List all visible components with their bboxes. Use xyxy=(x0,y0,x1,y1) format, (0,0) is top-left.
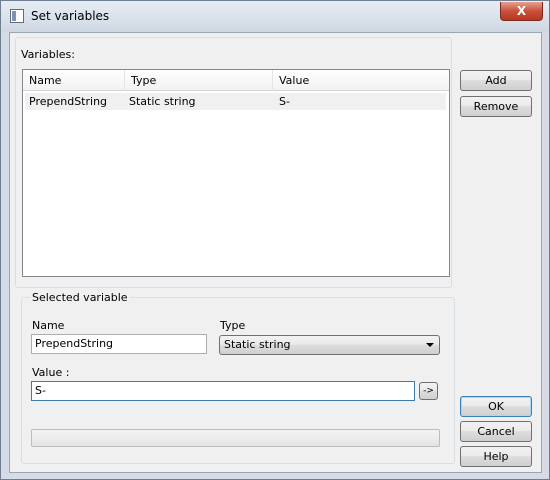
add-button[interactable]: Add xyxy=(460,70,532,91)
name-label: Name xyxy=(32,319,65,332)
dialog-window: Set variables X Variables: Name Type Val… xyxy=(0,0,550,480)
type-select[interactable]: Static string xyxy=(219,335,440,355)
cell-value: S- xyxy=(279,95,290,108)
title-bar[interactable]: Set variables X xyxy=(1,1,549,32)
window-title: Set variables xyxy=(31,9,110,23)
list-header: Name Type Value xyxy=(23,70,449,91)
column-header-name[interactable]: Name xyxy=(23,70,125,91)
variables-label: Variables: xyxy=(21,48,75,61)
cell-type: Static string xyxy=(129,95,196,108)
selected-variable-legend: Selected variable xyxy=(30,291,130,304)
browse-arrow-button[interactable]: -> xyxy=(419,382,438,400)
variables-list[interactable]: Name Type Value PrependString Static str… xyxy=(22,69,450,277)
app-icon xyxy=(10,9,24,23)
column-header-value[interactable]: Value xyxy=(273,70,449,91)
cell-name: PrependString xyxy=(29,95,108,108)
cancel-button[interactable]: Cancel xyxy=(460,421,532,442)
table-row[interactable]: PrependString Static string S- xyxy=(25,93,446,110)
type-select-value: Static string xyxy=(224,338,291,351)
remove-button[interactable]: Remove xyxy=(460,96,532,117)
progress-bar xyxy=(31,429,440,447)
name-field[interactable]: PrependString xyxy=(31,334,207,354)
column-header-type[interactable]: Type xyxy=(125,70,273,91)
help-button[interactable]: Help xyxy=(460,446,532,467)
close-button[interactable]: X xyxy=(500,2,543,21)
value-field[interactable]: S- xyxy=(31,381,415,401)
value-label: Value : xyxy=(32,366,70,379)
type-label: Type xyxy=(220,319,246,332)
client-area: Variables: Name Type Value PrependString… xyxy=(9,32,542,473)
chevron-down-icon xyxy=(426,343,434,347)
ok-button[interactable]: OK xyxy=(460,396,532,417)
